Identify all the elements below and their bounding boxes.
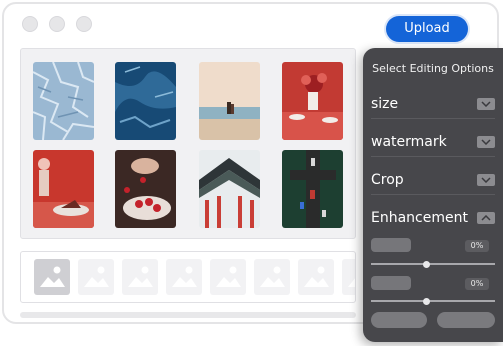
gallery-image-aerial-street[interactable]	[282, 150, 343, 228]
image-placeholder-icon	[128, 266, 153, 287]
option-label: Crop	[371, 172, 404, 188]
chevron-down-icon[interactable]	[477, 136, 495, 148]
gallery-image-ice-texture[interactable]	[33, 62, 94, 140]
option-label: size	[371, 96, 399, 112]
thumbnail-placeholder[interactable]	[78, 259, 114, 295]
thumbnail-placeholder[interactable]	[342, 259, 355, 295]
thumbnail-placeholder[interactable]	[122, 259, 158, 295]
horizontal-scrollbar[interactable]	[20, 312, 356, 318]
gallery-image-beach-sunset[interactable]	[199, 62, 260, 140]
image-placeholder-icon	[84, 266, 109, 287]
enhancement-control-1[interactable]	[371, 238, 411, 252]
cancel-button[interactable]	[371, 312, 427, 328]
image-placeholder-icon	[348, 278, 355, 287]
image-placeholder-icon	[304, 266, 329, 287]
gallery-image-cake-and-flowers[interactable]	[33, 150, 94, 228]
option-label: watermark	[371, 134, 447, 150]
editing-options-panel: Select Editing Options size watermark Cr…	[363, 48, 503, 342]
chevron-up-icon[interactable]	[477, 212, 495, 224]
enhancement-value-2: 0%	[465, 278, 489, 290]
close-dot[interactable]	[22, 16, 38, 32]
panel-title: Select Editing Options	[372, 62, 494, 75]
image-placeholder-icon	[40, 266, 65, 287]
image-gallery	[20, 48, 356, 239]
slider-knob[interactable]	[423, 260, 431, 268]
maximize-dot[interactable]	[76, 16, 92, 32]
gallery-image-strawberry-dessert[interactable]	[115, 150, 176, 228]
thumbnail-placeholder[interactable]	[34, 259, 70, 295]
image-placeholder-icon	[260, 266, 285, 287]
enhancement-value-1: 0%	[465, 240, 489, 252]
slider-knob[interactable]	[423, 297, 431, 305]
thumbnail-placeholder[interactable]	[254, 259, 290, 295]
enhancement-slider-2[interactable]	[371, 297, 495, 305]
thumbnail-placeholder[interactable]	[166, 259, 202, 295]
thumbnail-strip	[20, 251, 356, 303]
upload-button[interactable]: Upload	[386, 16, 468, 42]
thumbnail-placeholder[interactable]	[210, 259, 246, 295]
gallery-image-red-table-flowers[interactable]	[282, 62, 343, 140]
minimize-dot[interactable]	[49, 16, 65, 32]
chevron-down-icon[interactable]	[477, 98, 495, 110]
option-label: Enhancement	[371, 210, 468, 226]
chevron-down-icon[interactable]	[477, 174, 495, 186]
gallery-image-temple-roof[interactable]	[199, 150, 260, 228]
image-placeholder-icon	[216, 266, 241, 287]
option-crop[interactable]: Crop	[371, 168, 495, 195]
apply-button[interactable]	[437, 312, 495, 328]
enhancement-slider-1[interactable]	[371, 260, 495, 268]
option-size[interactable]: size	[371, 92, 495, 119]
image-placeholder-icon	[172, 266, 197, 287]
gallery-image-blue-glacier[interactable]	[115, 62, 176, 140]
option-enhancement[interactable]: Enhancement	[371, 206, 495, 232]
enhancement-control-2[interactable]	[371, 276, 411, 290]
option-watermark[interactable]: watermark	[371, 130, 495, 157]
thumbnail-placeholder[interactable]	[298, 259, 334, 295]
